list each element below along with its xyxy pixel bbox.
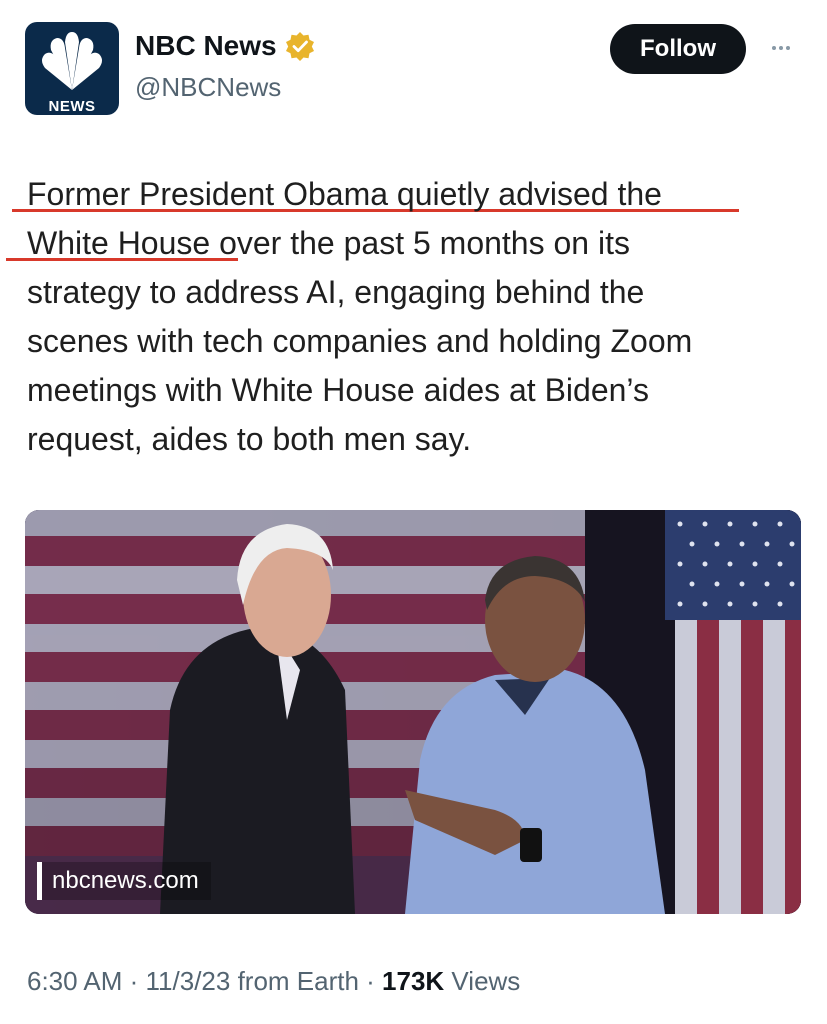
tweet-text-line: White House over the past 5 months on it… [27, 225, 630, 261]
tweet-date[interactable]: 11/3/23 [146, 966, 231, 996]
meta-separator: · [358, 966, 383, 996]
follow-button[interactable]: Follow [610, 24, 746, 74]
tweet-source: from Earth [230, 966, 359, 996]
nbc-news-avatar[interactable]: NEWS [25, 22, 119, 115]
meta-separator: · [122, 966, 146, 996]
tweet-text-line: scenes with tech companies and holding Z… [27, 323, 693, 359]
views-count[interactable]: 173K [382, 966, 444, 996]
more-icon[interactable] [764, 38, 798, 58]
more-dot [779, 46, 783, 50]
tweet-text-line: Former President Obama quietly advised t… [27, 176, 662, 212]
tweet-meta: 6:30 AM · 11/3/23 from Earth · 173K View… [27, 966, 520, 997]
tweet-text-line: meetings with White House aides at Biden… [27, 372, 649, 408]
peacock-logo-icon [42, 32, 102, 90]
tweet-header: NEWS NBC News @NBCNews Follow [0, 0, 827, 130]
views-label: Views [444, 966, 521, 996]
tweet-time[interactable]: 6:30 AM [27, 966, 122, 996]
account-handle[interactable]: @NBCNews [135, 72, 281, 103]
more-dot [772, 46, 776, 50]
account-name-text: NBC News [135, 30, 277, 61]
tweet-text-line: request, aides to both men say. [27, 421, 472, 457]
account-name[interactable]: NBC News [135, 30, 315, 62]
logo-news-label: NEWS [48, 98, 96, 115]
more-dot [786, 46, 790, 50]
tweet-photo[interactable]: nbcnews.com [25, 510, 801, 914]
verified-badge-icon [285, 32, 314, 61]
tweet-text: Former President Obama quietly advised t… [27, 170, 807, 464]
photo-watermark: nbcnews.com [37, 862, 211, 900]
tweet-text-line: strategy to address AI, engaging behind … [27, 274, 645, 310]
photo-illustration [25, 510, 801, 914]
